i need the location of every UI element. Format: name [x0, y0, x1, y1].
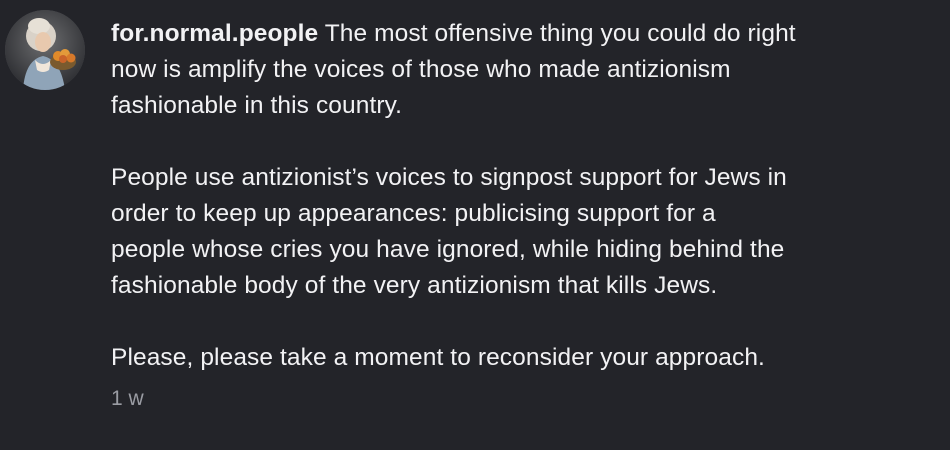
comment-paragraph-2: People use antizionist’s voices to signp…: [111, 160, 931, 304]
avatar[interactable]: [5, 10, 85, 90]
comment-line: now is amplify the voices of those who m…: [111, 56, 731, 83]
avatar-portrait-image: [5, 10, 85, 90]
comment-body: for.normal.people The most offensive thi…: [111, 16, 931, 412]
comment-line: Please, please take a moment to reconsid…: [111, 344, 765, 371]
comment-paragraph-1: for.normal.people The most offensive thi…: [111, 16, 931, 124]
comment-line: for.normal.people The most offensive thi…: [111, 16, 931, 52]
comment-line: People use antizionist’s voices to signp…: [111, 164, 787, 191]
timestamp[interactable]: 1 w: [111, 386, 931, 412]
comment: for.normal.people The most offensive thi…: [0, 0, 950, 450]
comment-line: fashionable body of the very antizionism…: [111, 272, 718, 299]
comment-text: The most offensive thing you could do ri…: [318, 20, 796, 47]
comment-paragraph-3: Please, please take a moment to reconsid…: [111, 340, 931, 376]
username-link[interactable]: for.normal.people: [111, 20, 318, 47]
comment-line: order to keep up appearances: publicisin…: [111, 200, 716, 227]
comment-line: people whose cries you have ignored, whi…: [111, 236, 785, 263]
comment-line: fashionable in this country.: [111, 92, 403, 119]
